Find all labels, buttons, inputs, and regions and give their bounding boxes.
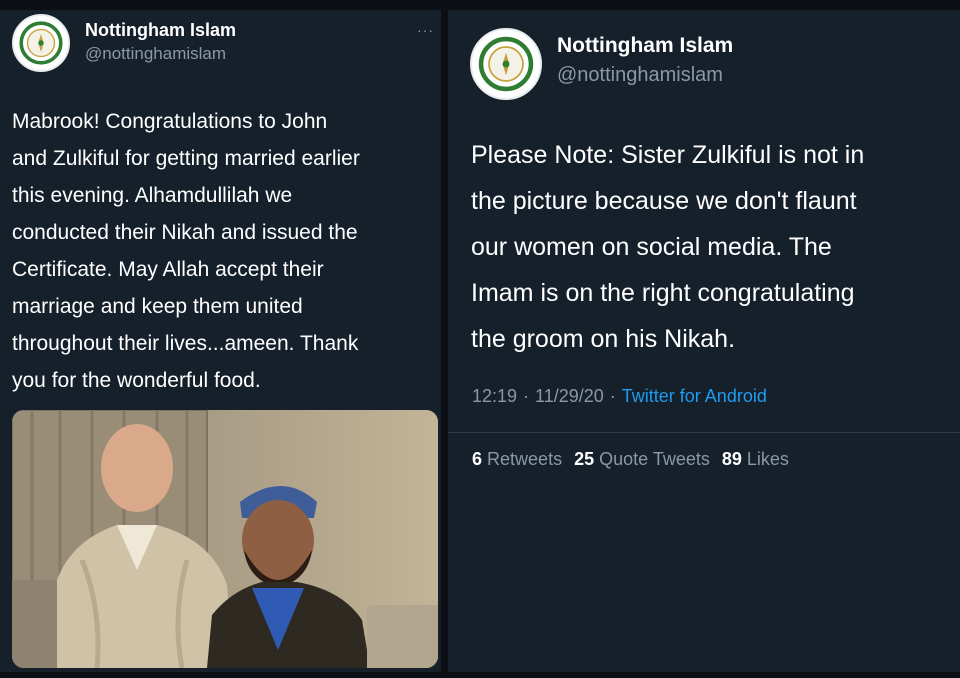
tweet-date[interactable]: 11/29/20: [535, 386, 604, 406]
tweet-metadata: 12:19 · 11/29/20 · Twitter for Android: [472, 386, 767, 407]
author-handle[interactable]: @nottinghamislam: [85, 44, 226, 64]
avatar[interactable]: [12, 14, 70, 72]
quote-tweets-label: Quote Tweets: [599, 449, 710, 469]
tweet-text-line: Certificate. May Allah accept their: [12, 258, 324, 281]
likes-stat[interactable]: 89 Likes: [722, 449, 789, 469]
tweet-source-link[interactable]: Twitter for Android: [622, 386, 767, 406]
more-options-icon[interactable]: ···: [417, 22, 434, 38]
avatar[interactable]: [470, 28, 542, 100]
organization-logo-icon: [15, 17, 67, 69]
retweets-label: Retweets: [487, 449, 563, 469]
separator: ·: [523, 386, 530, 406]
tweet-text: Please Note: Sister Zulkiful is not in t…: [471, 132, 864, 362]
organization-logo-icon: [474, 32, 538, 96]
author-name[interactable]: Nottingham Islam: [85, 20, 236, 41]
retweets-stat[interactable]: 6 Retweets: [472, 449, 562, 469]
tweet-text-line: Imam is on the right congratulating: [471, 279, 855, 307]
tweet-text-line: throughout their lives...ameen. Thank: [12, 332, 359, 355]
likes-label: Likes: [746, 449, 789, 469]
tweet-text-line: marriage and keep them united: [12, 295, 303, 318]
quote-tweets-stat[interactable]: 25 Quote Tweets: [574, 449, 710, 469]
likes-count: 89: [721, 449, 742, 469]
quote-tweets-count: 25: [574, 449, 595, 469]
tweet-text-line: you for the wonderful food.: [12, 369, 261, 392]
tweet-text-line: the picture because we don't flaunt: [471, 187, 857, 215]
tweet-text-line: conducted their Nikah and issued the: [12, 221, 358, 244]
photo-two-men-icon: [12, 410, 438, 668]
tweet-text-line: the groom on his Nikah.: [471, 325, 736, 353]
retweets-count: 6: [472, 449, 483, 469]
tweet-text-line: our women on social media. The: [471, 233, 832, 261]
tweet-text-line: this evening. Alhamdullilah we: [12, 184, 293, 207]
author-name[interactable]: Nottingham Islam: [557, 34, 733, 58]
divider: [448, 432, 960, 433]
tweet-text: Mabrook! Congratulations to John and Zul…: [12, 103, 360, 399]
tweet-stats: 6 Retweets 25 Quote Tweets 89 Likes: [472, 449, 801, 470]
separator: ·: [609, 386, 616, 406]
tweet-photo[interactable]: [12, 410, 438, 668]
tweet-text-line: Mabrook! Congratulations to John: [12, 110, 328, 133]
author-handle[interactable]: @nottinghamislam: [557, 64, 723, 87]
tweet-text-line: Please Note: Sister Zulkiful is not in: [471, 141, 865, 169]
tweet-time[interactable]: 12:19: [472, 386, 517, 406]
tweet-text-line: and Zulkiful for getting married earlier: [12, 147, 360, 170]
